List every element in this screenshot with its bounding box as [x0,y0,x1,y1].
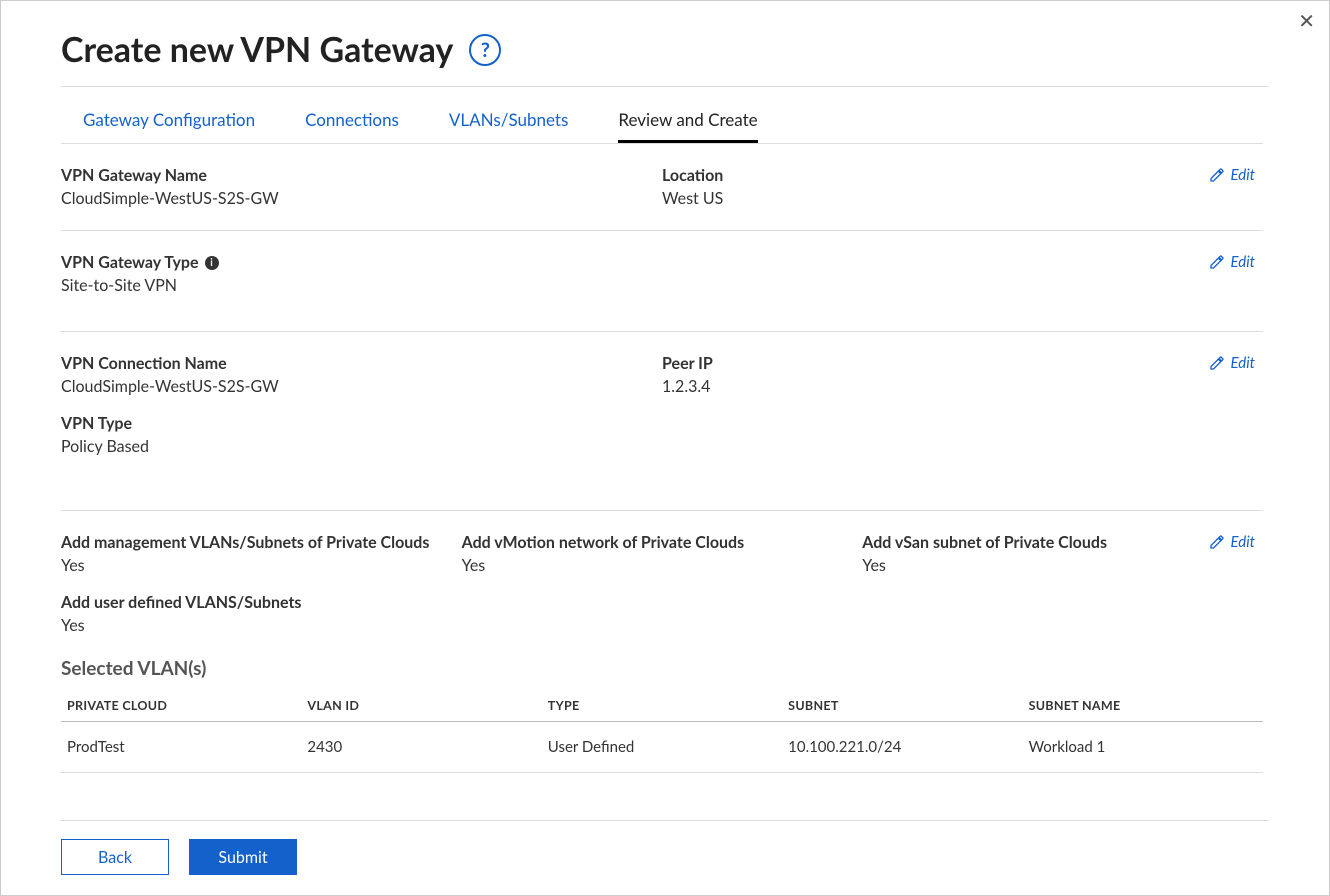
dialog-panel: Create new VPN Gateway ? Gateway Configu… [61,29,1269,875]
help-icon[interactable]: ? [469,34,501,66]
value-vsan: Yes [862,556,1243,575]
pencil-icon [1209,534,1225,550]
label-peer-ip: Peer IP [662,354,1263,373]
label-vpn-gateway-type: VPN Gateway Type i [61,253,1263,272]
cell-subnet-name: Workload 1 [1023,722,1263,773]
value-vpn-gateway-name: CloudSimple-WestUS-S2S-GW [61,189,662,208]
close-icon[interactable]: ✕ [1298,9,1315,33]
pencil-icon [1209,167,1225,183]
edit-label: Edit [1231,354,1255,372]
value-user-vlans: Yes [61,616,1263,635]
table-header-row: PRIVATE CLOUD VLAN ID TYPE SUBNET SUBNET… [61,690,1263,722]
edit-label: Edit [1231,166,1255,184]
value-vpn-gateway-type: Site-to-Site VPN [61,276,1263,295]
value-peer-ip: 1.2.3.4 [662,377,1263,396]
field-vmotion: Add vMotion network of Private Clouds Ye… [462,533,843,575]
section-vlans: Add management VLANs/Subnets of Private … [61,511,1263,795]
col-private-cloud: PRIVATE CLOUD [61,690,301,722]
edit-gateway[interactable]: Edit [1209,166,1255,184]
field-peer-ip: Peer IP 1.2.3.4 [662,354,1263,396]
label-location: Location [662,166,1263,185]
label-vmotion: Add vMotion network of Private Clouds [462,533,843,552]
field-connection-name: VPN Connection Name CloudSimple-WestUS-S… [61,354,662,396]
label-text: VPN Gateway Type [61,253,199,272]
col-subnet-name: SUBNET NAME [1023,690,1263,722]
edit-label: Edit [1231,253,1255,271]
label-mgmt-vlans: Add management VLANs/Subnets of Private … [61,533,442,552]
dialog-window: ✕ Create new VPN Gateway ? Gateway Confi… [0,0,1330,896]
info-icon[interactable]: i [205,256,219,270]
table-row: ProdTest 2430 User Defined 10.100.221.0/… [61,722,1263,773]
col-type: TYPE [542,690,782,722]
submit-button[interactable]: Submit [189,839,297,875]
selected-vlans-heading: Selected VLAN(s) [61,657,1263,680]
page-title: Create new VPN Gateway [61,29,453,70]
section-gateway-type: VPN Gateway Type i Site-to-Site VPN Edit [61,231,1263,332]
field-user-vlans: Add user defined VLANS/Subnets Yes [61,593,1263,635]
field-vpn-gateway-type: VPN Gateway Type i Site-to-Site VPN [61,253,1263,295]
label-user-vlans: Add user defined VLANS/Subnets [61,593,1263,612]
value-vmotion: Yes [462,556,843,575]
edit-connection[interactable]: Edit [1209,354,1255,372]
value-location: West US [662,189,1263,208]
field-location: Location West US [662,166,1263,208]
value-vpn-type: Policy Based [61,437,1263,456]
edit-vlans[interactable]: Edit [1209,533,1255,551]
field-vpn-type: VPN Type Policy Based [61,414,1263,456]
cell-type: User Defined [542,722,782,773]
title-row: Create new VPN Gateway ? [61,29,1269,87]
section-connection: VPN Connection Name CloudSimple-WestUS-S… [61,332,1263,511]
wizard-tabs: Gateway Configuration Connections VLANs/… [61,87,1263,144]
col-vlan-id: VLAN ID [301,690,541,722]
footer-actions: Back Submit [61,820,1269,875]
pencil-icon [1209,355,1225,371]
tab-gateway-configuration[interactable]: Gateway Configuration [83,109,255,143]
field-vsan: Add vSan subnet of Private Clouds Yes [862,533,1243,575]
edit-label: Edit [1231,533,1255,551]
tab-vlans-subnets[interactable]: VLANs/Subnets [449,109,568,143]
section-gateway: VPN Gateway Name CloudSimple-WestUS-S2S-… [61,144,1263,231]
scroll-area[interactable]: Gateway Configuration Connections VLANs/… [61,87,1269,820]
col-subnet: SUBNET [782,690,1022,722]
cell-vlan-id: 2430 [301,722,541,773]
field-mgmt-vlans: Add management VLANs/Subnets of Private … [61,533,442,575]
pencil-icon [1209,254,1225,270]
edit-gateway-type[interactable]: Edit [1209,253,1255,271]
cell-subnet: 10.100.221.0/24 [782,722,1022,773]
back-button[interactable]: Back [61,839,169,875]
field-vpn-gateway-name: VPN Gateway Name CloudSimple-WestUS-S2S-… [61,166,662,208]
tab-review-and-create[interactable]: Review and Create [618,109,757,143]
label-vpn-type: VPN Type [61,414,1263,433]
value-mgmt-vlans: Yes [61,556,442,575]
label-connection-name: VPN Connection Name [61,354,662,373]
tab-connections[interactable]: Connections [305,109,399,143]
label-vsan: Add vSan subnet of Private Clouds [862,533,1243,552]
value-connection-name: CloudSimple-WestUS-S2S-GW [61,377,662,396]
cell-private-cloud: ProdTest [61,722,301,773]
label-vpn-gateway-name: VPN Gateway Name [61,166,662,185]
selected-vlans-table: PRIVATE CLOUD VLAN ID TYPE SUBNET SUBNET… [61,690,1263,773]
